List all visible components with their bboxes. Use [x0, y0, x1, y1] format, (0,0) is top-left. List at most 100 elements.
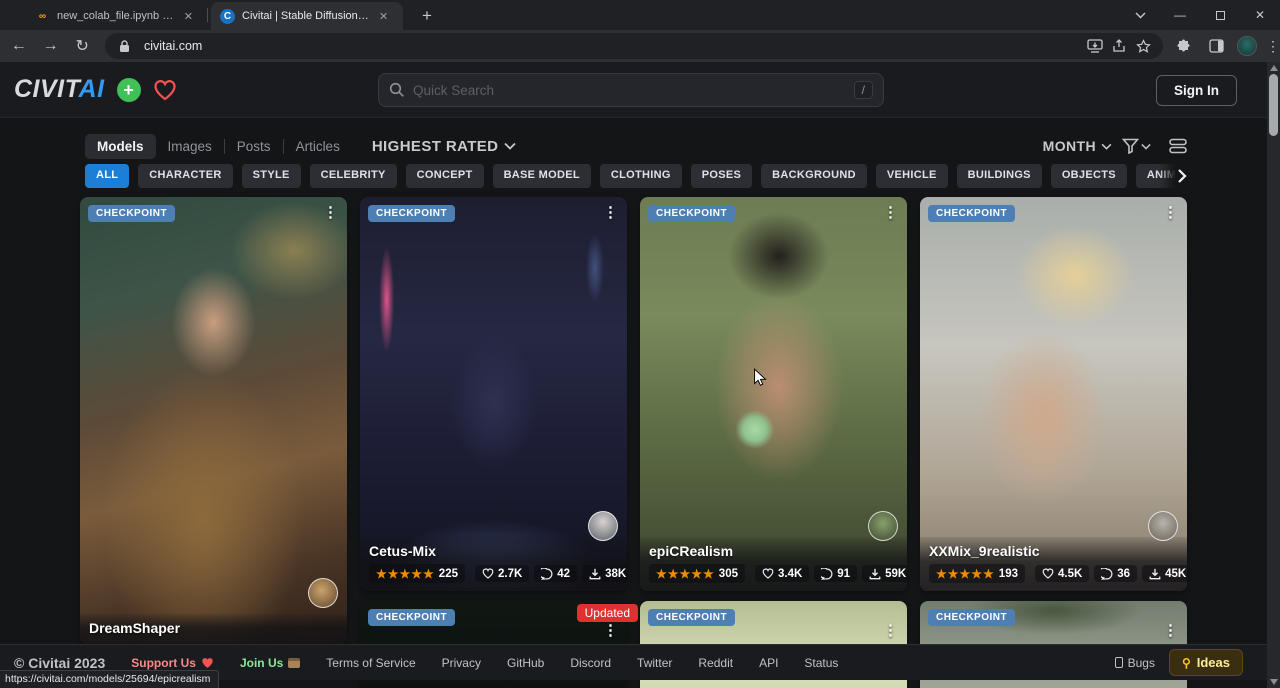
footer-link-status[interactable]: Status [804, 656, 838, 670]
footer-link-reddit[interactable]: Reddit [698, 656, 733, 670]
reload-icon[interactable]: ↻ [69, 33, 95, 59]
filter-dropdown[interactable] [1122, 138, 1151, 154]
side-panel-icon[interactable] [1204, 34, 1228, 58]
tab-images[interactable]: Images [156, 134, 224, 159]
close-window-button[interactable]: ✕ [1240, 0, 1280, 30]
card-info: epiCRealism ★★★★★305 3.4K 91 59K [640, 537, 907, 591]
card-menu-icon[interactable]: ⋮ [883, 203, 898, 221]
category-chip[interactable]: OBJECTS [1051, 164, 1127, 188]
scroll-up-icon[interactable] [1270, 65, 1278, 71]
category-chip[interactable]: BASE MODEL [493, 164, 591, 188]
tab-strip: ∞ new_colab_file.ipynb - Colaborat ✕ C C… [0, 0, 1280, 30]
sign-in-button[interactable]: Sign In [1156, 75, 1237, 106]
scroll-down-icon[interactable] [1270, 679, 1278, 685]
extensions-icon[interactable] [1171, 34, 1195, 58]
bookmark-star-icon[interactable] [1131, 34, 1155, 58]
status-url-bubble: https://civitai.com/models/25694/epicrea… [0, 670, 219, 688]
footer-link-join-us[interactable]: Join Us [240, 656, 300, 670]
card-menu-icon[interactable]: ⋮ [603, 203, 618, 221]
likes-pill: 2.7K [475, 565, 529, 582]
browser-menu-icon[interactable]: ⋮ [1266, 38, 1280, 55]
footer-link-support-us[interactable]: Support Us [131, 656, 214, 670]
site-header: CIVITAI + / Sign In [0, 62, 1267, 118]
period-dropdown[interactable]: MONTH [1043, 138, 1112, 154]
category-chip-all[interactable]: ALL [85, 164, 129, 188]
download-icon [1149, 568, 1161, 580]
scrollbar-thumb[interactable] [1269, 74, 1278, 136]
copyright-text: © Civitai 2023 [14, 655, 105, 671]
lock-icon[interactable] [113, 34, 137, 58]
likes-pill: 3.4K [755, 565, 809, 582]
heart-icon [201, 657, 214, 669]
profile-avatar[interactable] [1237, 36, 1257, 56]
heart-icon [762, 568, 774, 579]
close-tab-icon[interactable]: ✕ [182, 10, 195, 23]
categories-scroll-right[interactable] [1159, 164, 1187, 188]
tab-posts[interactable]: Posts [225, 134, 283, 159]
new-tab-button[interactable]: + [416, 5, 438, 27]
category-chip[interactable]: POSES [691, 164, 752, 188]
creator-avatar[interactable] [868, 511, 898, 541]
card-menu-icon[interactable]: ⋮ [603, 621, 618, 639]
tab-articles[interactable]: Articles [284, 134, 352, 159]
url-text[interactable]: civitai.com [144, 39, 1083, 53]
forward-icon[interactable]: → [38, 33, 64, 59]
search-input[interactable] [413, 83, 854, 98]
quick-search[interactable]: / [378, 73, 884, 107]
model-card-xxmix[interactable]: XXMix_9realistic ★★★★★193 4.5K 36 45K CH… [920, 197, 1187, 591]
model-type-badge: CHECKPOINT [928, 609, 1015, 626]
create-button[interactable]: + [117, 78, 141, 102]
model-card-cetus-mix[interactable]: Cetus-Mix ★★★★★225 2.7K 42 38K CHECKPOIN… [360, 197, 627, 591]
layout-toggle[interactable] [1169, 138, 1187, 154]
download-icon [589, 568, 601, 580]
category-chip[interactable]: STYLE [242, 164, 301, 188]
card-menu-icon[interactable]: ⋮ [1163, 621, 1178, 639]
comments-count: 36 [1117, 568, 1130, 580]
sort-dropdown[interactable]: HIGHEST RATED [372, 138, 517, 155]
comments-pill: 42 [534, 565, 577, 582]
category-filter-bar: ALL CHARACTER STYLE CELEBRITY CONCEPT BA… [85, 164, 1187, 188]
minimize-button[interactable]: — [1160, 0, 1200, 30]
tab-colab[interactable]: ∞ new_colab_file.ipynb - Colaborat ✕ [26, 2, 204, 30]
maximize-button[interactable] [1200, 0, 1240, 30]
card-menu-icon[interactable]: ⋮ [323, 203, 338, 221]
creator-avatar[interactable] [588, 511, 618, 541]
address-bar[interactable]: civitai.com [105, 33, 1163, 59]
category-chip[interactable]: CHARACTER [138, 164, 232, 188]
star-icons: ★★★★★ [376, 567, 435, 581]
ideas-button[interactable]: ⚲Ideas [1169, 649, 1243, 676]
page-scrollbar[interactable] [1267, 62, 1280, 688]
model-preview-image: epiCRealism ★★★★★305 3.4K 91 59K [640, 197, 907, 591]
category-chip[interactable]: CLOTHING [600, 164, 682, 188]
footer-link-github[interactable]: GitHub [507, 656, 544, 670]
creator-avatar[interactable] [308, 578, 338, 608]
back-icon[interactable]: ← [6, 33, 32, 59]
close-tab-icon[interactable]: ✕ [377, 10, 390, 23]
card-menu-icon[interactable]: ⋮ [1163, 203, 1178, 221]
civitai-logo[interactable]: CIVITAI [14, 75, 105, 104]
model-card-dreamshaper[interactable]: DreamShaper CHECKPOINT ⋮ [80, 197, 347, 644]
category-chip[interactable]: BACKGROUND [761, 164, 867, 188]
category-chip[interactable]: VEHICLE [876, 164, 948, 188]
share-icon[interactable] [1107, 34, 1131, 58]
bugs-button[interactable]: Bugs [1115, 656, 1155, 670]
creator-avatar[interactable] [1148, 511, 1178, 541]
footer-link-terms[interactable]: Terms of Service [326, 656, 415, 670]
install-icon[interactable] [1083, 34, 1107, 58]
support-us-label: Support Us [131, 656, 196, 670]
footer-link-discord[interactable]: Discord [570, 656, 611, 670]
tab-models[interactable]: Models [85, 134, 156, 159]
footer-link-twitter[interactable]: Twitter [637, 656, 672, 670]
category-chip[interactable]: BUILDINGS [957, 164, 1042, 188]
favorites-heart-icon[interactable] [153, 79, 177, 101]
footer-link-privacy[interactable]: Privacy [442, 656, 481, 670]
footer-link-api[interactable]: API [759, 656, 778, 670]
card-menu-icon[interactable]: ⋮ [883, 621, 898, 639]
category-chip[interactable]: CELEBRITY [310, 164, 397, 188]
model-card-epicrealism[interactable]: epiCRealism ★★★★★305 3.4K 91 59K CHECKPO… [640, 197, 907, 591]
tab-civitai[interactable]: C Civitai | Stable Diffusion models, ✕ [211, 2, 403, 30]
likes-count: 4.5K [1058, 568, 1082, 580]
category-chip[interactable]: CONCEPT [406, 164, 484, 188]
tab-search-icon[interactable] [1120, 0, 1160, 30]
comment-icon [541, 568, 553, 580]
